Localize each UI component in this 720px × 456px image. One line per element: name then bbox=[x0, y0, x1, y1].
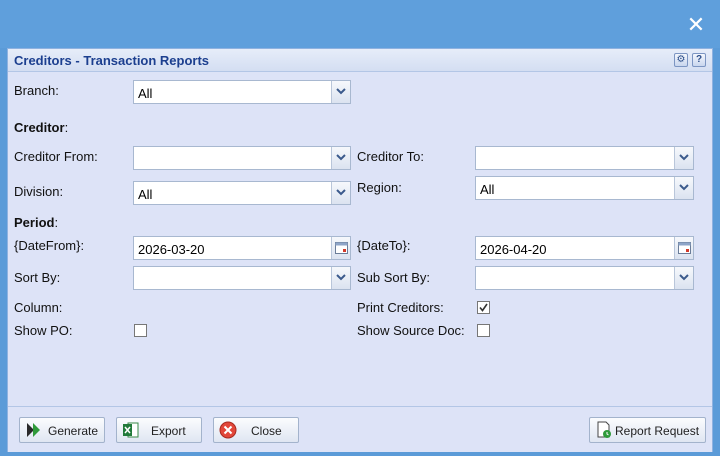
window-titlebar bbox=[0, 0, 720, 48]
date-from-label: {DateFrom}: bbox=[14, 238, 85, 253]
play-icon bbox=[25, 421, 43, 439]
chevron-down-icon[interactable] bbox=[331, 267, 350, 289]
creditor-from-label: Creditor From: bbox=[14, 149, 98, 164]
branch-combo[interactable]: All bbox=[133, 80, 351, 104]
document-clock-icon bbox=[595, 421, 613, 439]
cancel-icon bbox=[219, 421, 237, 439]
export-label: Export bbox=[151, 424, 186, 438]
creditor-section-label: Creditor: bbox=[14, 120, 69, 135]
date-from-field[interactable]: 2026-03-20 bbox=[133, 236, 351, 260]
calendar-icon[interactable] bbox=[331, 237, 350, 259]
gear-icon[interactable]: ⚙ bbox=[674, 53, 688, 67]
report-panel: Creditors - Transaction Reports ⚙ ? Bran… bbox=[7, 48, 713, 452]
branch-value: All bbox=[138, 86, 153, 101]
button-toolbar: Generate Export Close Report Request bbox=[8, 406, 712, 452]
sort-by-combo[interactable] bbox=[133, 266, 351, 290]
close-button[interactable]: Close bbox=[213, 417, 299, 443]
chevron-down-icon[interactable] bbox=[674, 267, 693, 289]
period-section-label: Period: bbox=[14, 215, 59, 230]
date-to-field[interactable]: 2026-04-20 bbox=[475, 236, 694, 260]
calendar-icon[interactable] bbox=[674, 237, 693, 259]
print-creditors-checkbox[interactable] bbox=[477, 301, 490, 314]
report-request-button[interactable]: Report Request bbox=[589, 417, 706, 443]
print-creditors-label: Print Creditors: bbox=[357, 300, 444, 315]
window-close-icon[interactable]: ✕ bbox=[686, 14, 706, 36]
chevron-down-icon[interactable] bbox=[331, 147, 350, 169]
show-source-doc-checkbox[interactable] bbox=[477, 324, 490, 337]
close-label: Close bbox=[251, 424, 282, 438]
show-source-doc-label: Show Source Doc: bbox=[357, 323, 465, 338]
region-combo[interactable]: All bbox=[475, 176, 694, 200]
division-value: All bbox=[138, 187, 153, 202]
export-button[interactable]: Export bbox=[116, 417, 202, 443]
sort-by-label: Sort By: bbox=[14, 270, 61, 285]
branch-label: Branch: bbox=[14, 83, 59, 98]
panel-title: Creditors - Transaction Reports bbox=[14, 53, 210, 68]
chevron-down-icon[interactable] bbox=[674, 177, 693, 199]
chevron-down-icon[interactable] bbox=[331, 81, 350, 103]
chevron-down-icon[interactable] bbox=[674, 147, 693, 169]
region-value: All bbox=[480, 182, 495, 197]
show-po-label: Show PO: bbox=[14, 323, 73, 338]
excel-icon bbox=[122, 421, 140, 439]
sub-sort-by-combo[interactable] bbox=[475, 266, 694, 290]
date-to-label: {DateTo}: bbox=[357, 238, 411, 253]
show-po-checkbox[interactable] bbox=[134, 324, 147, 337]
generate-button[interactable]: Generate bbox=[19, 417, 105, 443]
column-label: Column: bbox=[14, 300, 63, 315]
chevron-down-icon[interactable] bbox=[331, 182, 350, 204]
report-request-label: Report Request bbox=[615, 424, 700, 438]
date-from-value: 2026-03-20 bbox=[138, 242, 205, 257]
generate-label: Generate bbox=[48, 424, 99, 438]
creditor-to-label: Creditor To: bbox=[357, 149, 424, 164]
region-label: Region: bbox=[357, 180, 402, 195]
sub-sort-by-label: Sub Sort By: bbox=[357, 270, 430, 285]
division-combo[interactable]: All bbox=[133, 181, 351, 205]
date-to-value: 2026-04-20 bbox=[480, 242, 547, 257]
division-label: Division: bbox=[14, 184, 64, 199]
panel-header: Creditors - Transaction Reports ⚙ ? bbox=[8, 49, 712, 72]
creditor-to-combo[interactable] bbox=[475, 146, 694, 170]
help-icon[interactable]: ? bbox=[692, 53, 706, 67]
creditor-from-combo[interactable] bbox=[133, 146, 351, 170]
